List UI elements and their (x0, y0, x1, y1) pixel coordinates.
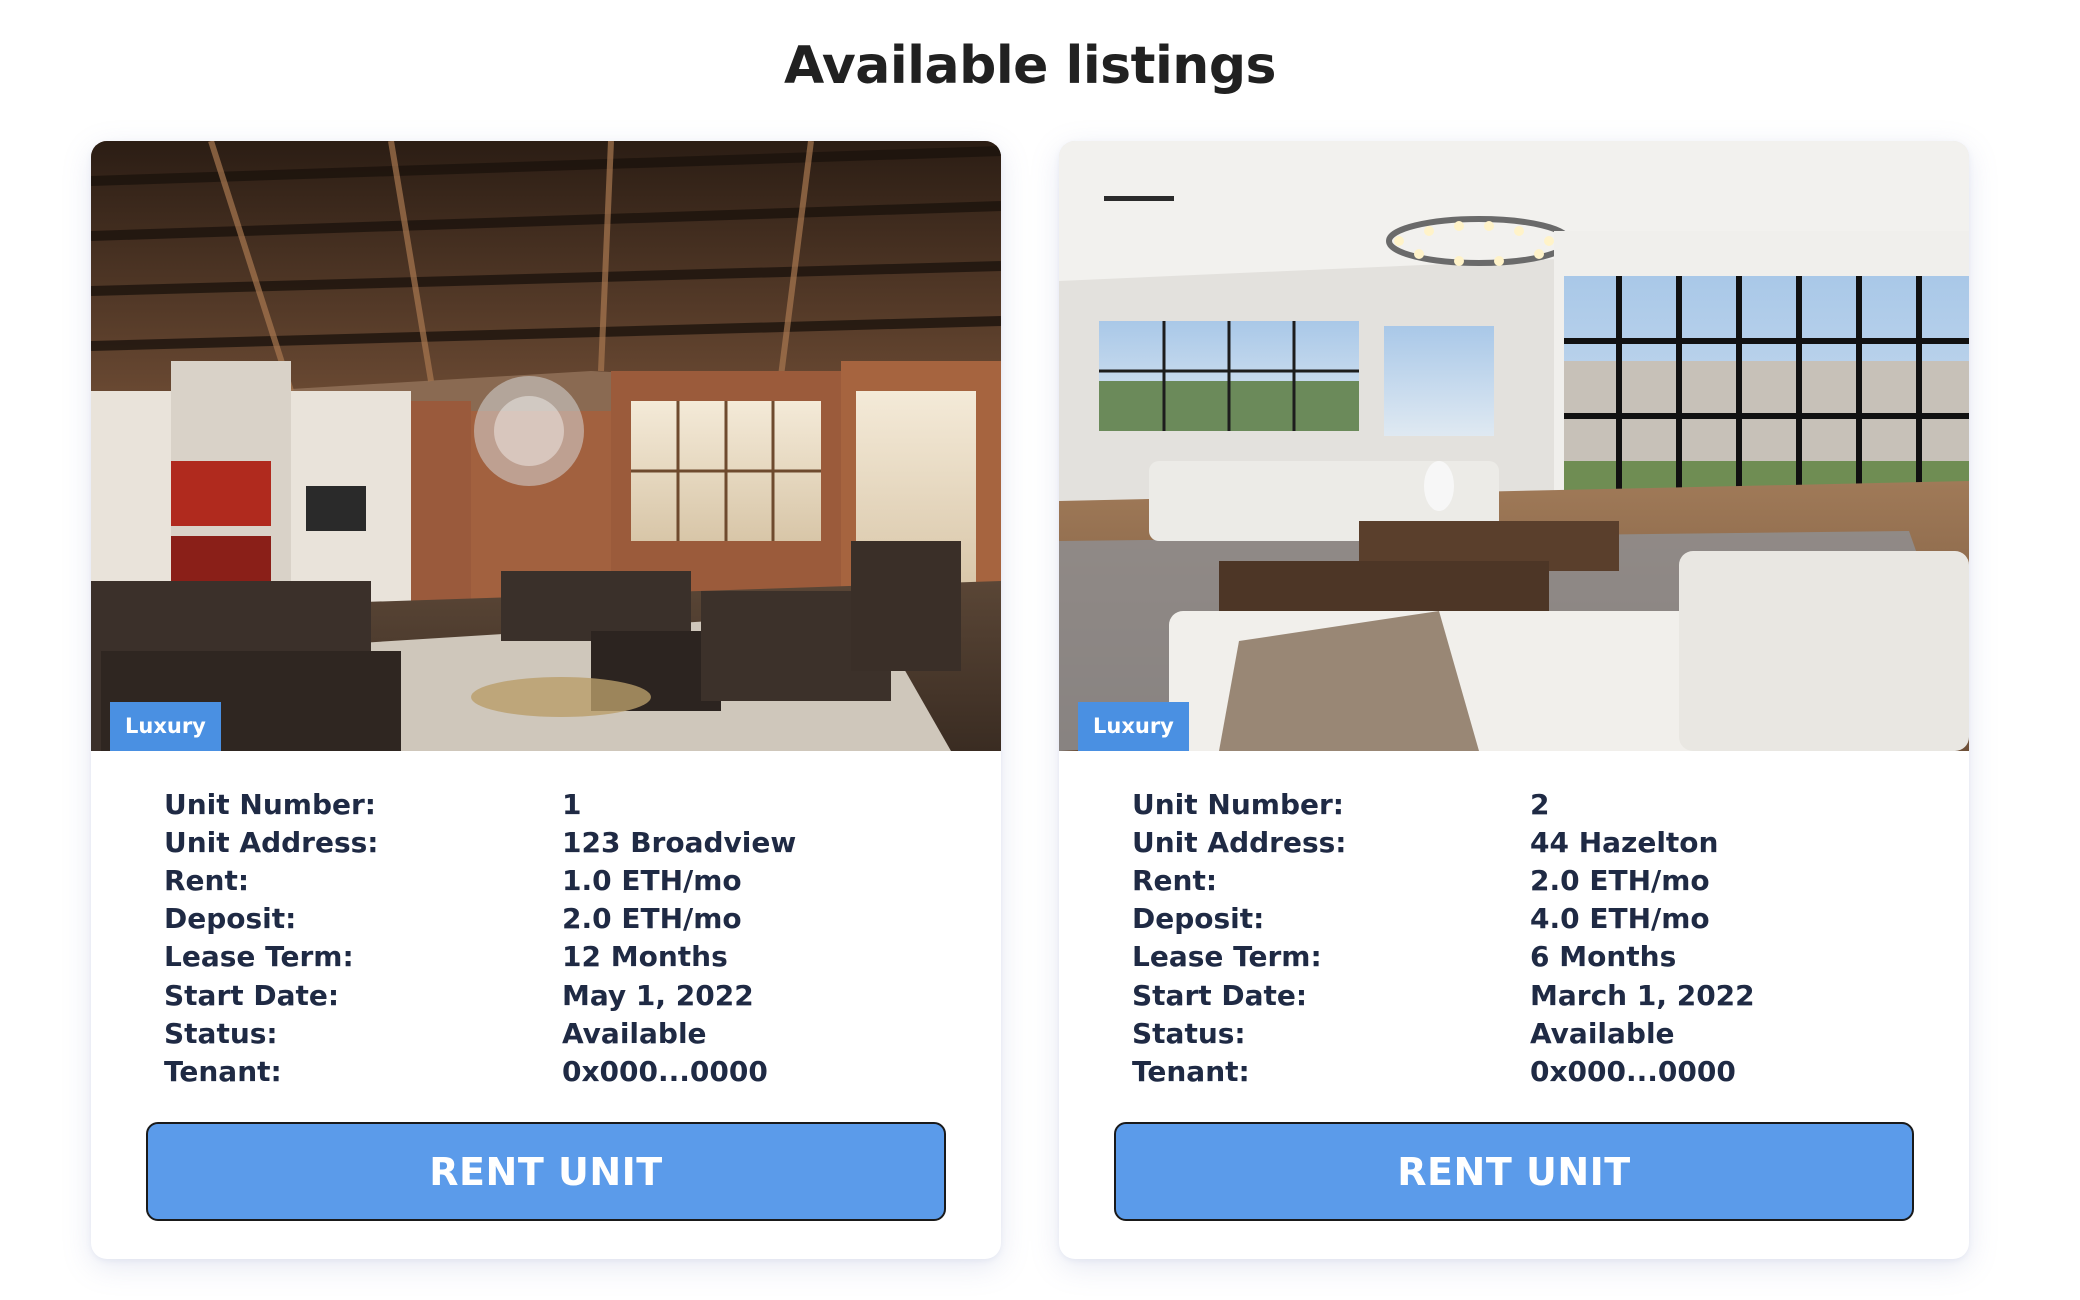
detail-label: Deposit: (164, 902, 297, 936)
detail-label: Rent: (1132, 863, 1218, 897)
detail-row-lease-term: Lease Term: 6 Months (1132, 938, 1912, 976)
detail-value: May 1, 2022 (562, 978, 754, 1012)
listing-photo: Luxury (1059, 141, 1969, 751)
detail-label: Status: (1132, 1016, 1246, 1050)
detail-row-deposit: Deposit: 4.0 ETH/mo (1132, 900, 1912, 938)
detail-value: 12 Months (562, 940, 728, 974)
detail-value: 2.0 ETH/mo (562, 902, 742, 936)
detail-row-unit-number: Unit Number: 2 (1132, 785, 1912, 823)
listings-page: Available listings Luxury Unit Number: 1… (0, 0, 2080, 1300)
detail-label: Lease Term: (164, 940, 354, 974)
detail-row-tenant: Tenant: 0x000...0000 (1132, 1052, 1912, 1090)
detail-row-start-date: Start Date: May 1, 2022 (164, 976, 944, 1014)
detail-label: Unit Address: (1132, 825, 1347, 859)
category-badge: Luxury (1078, 702, 1189, 751)
detail-label: Unit Number: (164, 787, 376, 821)
listing-details: Unit Number: 1 Unit Address: 123 Broadvi… (164, 785, 944, 1091)
listing-details: Unit Number: 2 Unit Address: 44 Hazelton… (1132, 785, 1912, 1091)
detail-value: Available (562, 1016, 707, 1050)
detail-label: Start Date: (1132, 978, 1308, 1012)
detail-row-unit-address: Unit Address: 123 Broadview (164, 823, 944, 861)
detail-value: 0x000...0000 (1530, 1054, 1736, 1088)
detail-value: March 1, 2022 (1530, 978, 1755, 1012)
detail-value: 4.0 ETH/mo (1530, 902, 1710, 936)
detail-label: Deposit: (1132, 902, 1265, 936)
detail-value: 1.0 ETH/mo (562, 863, 742, 897)
detail-row-rent: Rent: 2.0 ETH/mo (1132, 861, 1912, 899)
detail-row-rent: Rent: 1.0 ETH/mo (164, 861, 944, 899)
listing-photo: Luxury (91, 141, 1001, 751)
detail-label: Start Date: (164, 978, 340, 1012)
category-badge: Luxury (110, 702, 221, 751)
detail-row-start-date: Start Date: March 1, 2022 (1132, 976, 1912, 1014)
detail-value: 1 (562, 787, 582, 821)
detail-row-status: Status: Available (1132, 1014, 1912, 1052)
detail-value: Available (1530, 1016, 1675, 1050)
detail-row-deposit: Deposit: 2.0 ETH/mo (164, 900, 944, 938)
detail-value: 44 Hazelton (1530, 825, 1719, 859)
detail-label: Tenant: (1132, 1054, 1250, 1088)
detail-label: Tenant: (164, 1054, 282, 1088)
detail-row-lease-term: Lease Term: 12 Months (164, 938, 944, 976)
detail-label: Unit Address: (164, 825, 379, 859)
detail-value: 123 Broadview (562, 825, 797, 859)
detail-label: Unit Number: (1132, 787, 1344, 821)
listing-card: Luxury Unit Number: 1 Unit Address: 123 … (91, 141, 1001, 1259)
rent-unit-button[interactable]: RENT UNIT (1114, 1122, 1914, 1221)
detail-label: Status: (164, 1016, 278, 1050)
detail-label: Rent: (164, 863, 250, 897)
detail-row-tenant: Tenant: 0x000...0000 (164, 1052, 944, 1090)
detail-value: 0x000...0000 (562, 1054, 768, 1088)
detail-row-unit-address: Unit Address: 44 Hazelton (1132, 823, 1912, 861)
page-title: Available listings (783, 36, 1277, 96)
detail-value: 2.0 ETH/mo (1530, 863, 1710, 897)
detail-value: 2 (1530, 787, 1550, 821)
detail-label: Lease Term: (1132, 940, 1322, 974)
detail-value: 6 Months (1530, 940, 1677, 974)
detail-row-unit-number: Unit Number: 1 (164, 785, 944, 823)
detail-row-status: Status: Available (164, 1014, 944, 1052)
rent-unit-button[interactable]: RENT UNIT (146, 1122, 946, 1221)
listing-card: Luxury Unit Number: 2 Unit Address: 44 H… (1059, 141, 1969, 1259)
